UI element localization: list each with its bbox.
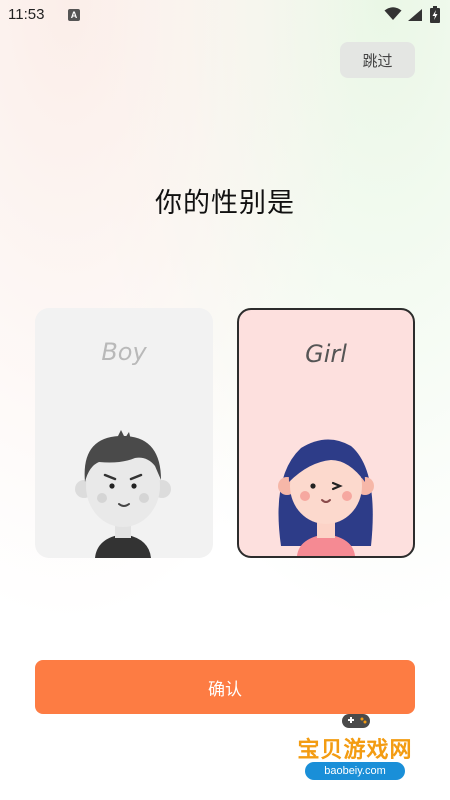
girl-avatar-icon	[278, 439, 374, 556]
signal-icon	[408, 9, 422, 21]
boy-option-label: Boy	[101, 338, 147, 366]
notification-icon: A	[68, 9, 80, 21]
wifi-icon	[384, 7, 402, 20]
girl-option-label: Girl	[305, 340, 347, 368]
confirm-button[interactable]: 确认	[35, 660, 415, 714]
watermark: 宝贝游戏网 baobeiy.com	[280, 714, 430, 794]
status-bar: 11:53 A	[0, 0, 450, 32]
battery-icon	[430, 6, 440, 23]
boy-option-card[interactable]: Boy	[35, 308, 213, 558]
skip-button[interactable]: 跳过	[340, 42, 415, 78]
boy-avatar-icon	[75, 430, 171, 558]
gamepad-icon	[342, 714, 370, 728]
page-title: 你的性别是	[155, 188, 295, 219]
watermark-url: baobeiy.com	[305, 762, 405, 780]
status-time: 11:53	[8, 6, 45, 23]
girl-option-card[interactable]: Girl	[237, 308, 415, 558]
watermark-title: 宝贝游戏网	[297, 738, 413, 763]
